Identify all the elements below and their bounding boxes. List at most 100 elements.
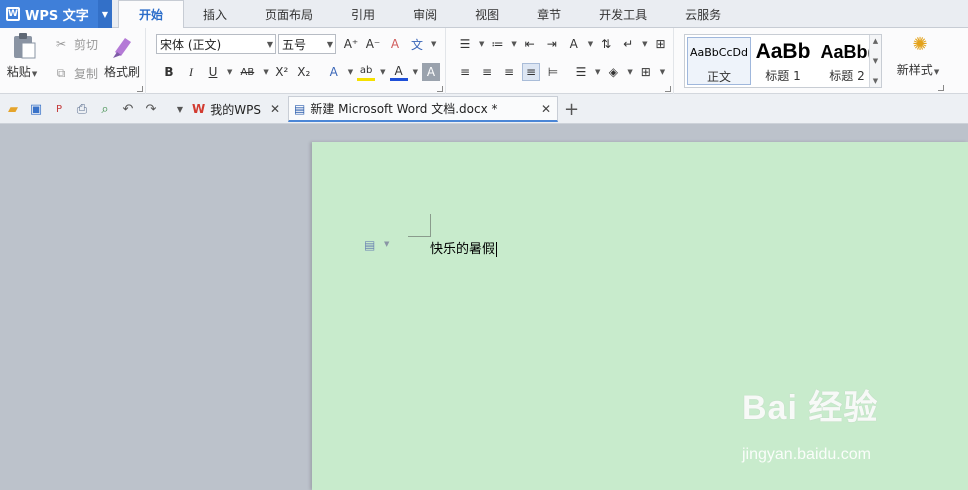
chinese-layout-icon[interactable]: A xyxy=(565,35,583,53)
font-name-select[interactable]: 宋体 (正文) ▼ xyxy=(156,34,276,54)
styles-scroll[interactable]: ▲ ▼ ▼ xyxy=(869,35,881,87)
chevron-down-icon[interactable]: ▼ xyxy=(413,68,418,76)
copy-icon: ⧉ xyxy=(56,65,66,80)
borders-icon[interactable]: ⊞ xyxy=(637,63,655,81)
distributed-icon[interactable]: ⊨ xyxy=(544,63,562,81)
strikethrough-icon[interactable]: AB xyxy=(236,63,258,81)
chevron-down-icon[interactable]: ▼ xyxy=(595,68,600,76)
chevron-down-icon[interactable]: ▼ xyxy=(511,40,516,48)
underline-icon[interactable]: U xyxy=(204,63,222,81)
align-right-icon[interactable]: ≡ xyxy=(500,63,518,81)
format-painter-label: 格式刷 xyxy=(103,65,140,79)
chevron-down-icon[interactable]: ▼ xyxy=(98,0,112,28)
increase-indent-icon[interactable]: ⇥ xyxy=(543,35,561,53)
chevron-down-icon[interactable]: ▼ xyxy=(263,68,268,76)
clear-format-icon[interactable]: A xyxy=(386,35,404,53)
paste-icon xyxy=(14,33,36,59)
char-shading-icon[interactable]: A xyxy=(421,63,440,81)
font-group: 宋体 (正文) ▼ 五号 ▼ A⁺ A⁻ A 文 ▼ B I U ▼ AB ▼ … xyxy=(150,28,446,94)
font-size-select[interactable]: 五号 ▼ xyxy=(278,34,336,54)
superscript-icon[interactable]: X² xyxy=(273,63,291,81)
chevron-up-icon[interactable]: ▲ xyxy=(873,37,878,45)
format-painter-button[interactable]: 格式刷 xyxy=(102,32,142,80)
dialog-launcher-icon[interactable] xyxy=(437,86,443,92)
bold-icon[interactable]: B xyxy=(160,63,178,81)
new-style-button[interactable]: ✺ 新样式▼ xyxy=(892,34,948,78)
undo-icon[interactable]: ↶ xyxy=(119,100,137,118)
doc-tab-my-wps[interactable]: W 我的WPS ✕ xyxy=(188,96,286,122)
tab-review[interactable]: 审阅 xyxy=(394,0,456,28)
tab-view[interactable]: 视图 xyxy=(456,0,518,28)
tab-insert[interactable]: 插入 xyxy=(184,0,246,28)
export-pdf-icon[interactable]: P xyxy=(50,100,68,118)
decrease-indent-icon[interactable]: ⇤ xyxy=(521,35,539,53)
bullet-list-icon[interactable]: ☰ xyxy=(456,35,474,53)
line-spacing-icon[interactable]: ☰ xyxy=(572,63,590,81)
menu-tab-bar: W WPS 文字 ▼ 开始 插入 页面布局 引用 审阅 视图 章节 开发工具 云… xyxy=(0,0,968,29)
dialog-launcher-icon[interactable] xyxy=(137,86,143,92)
italic-icon[interactable]: I xyxy=(182,63,200,81)
print-icon[interactable]: ⎙ xyxy=(73,100,91,118)
quick-access-icons: ▰ ▣ P ⎙ ⌕ ↶ ↷ ▼ xyxy=(4,100,194,118)
tab-home[interactable]: 开始 xyxy=(118,0,185,29)
sort-icon[interactable]: ⇅ xyxy=(597,35,615,53)
subscript-icon[interactable]: X₂ xyxy=(295,63,313,81)
decrease-font-icon[interactable]: A⁻ xyxy=(364,35,382,53)
chevron-down-icon[interactable]: ▼ xyxy=(431,40,436,48)
style-normal[interactable]: AaBbCcDd 正文 xyxy=(687,37,751,85)
app-menu-button[interactable]: W WPS 文字 ▼ xyxy=(0,0,112,28)
tab-references[interactable]: 引用 xyxy=(332,0,394,28)
chevron-down-icon[interactable]: ▼ xyxy=(380,68,385,76)
redo-icon[interactable]: ↷ xyxy=(142,100,160,118)
wps-logo-icon: W xyxy=(192,102,206,116)
shading-icon[interactable]: ◈ xyxy=(604,63,622,81)
copy-button[interactable]: ⧉ 复制 xyxy=(52,64,98,82)
tab-cloud[interactable]: 云服务 xyxy=(666,0,740,28)
copy-label: 复制 xyxy=(74,66,99,81)
table-icon[interactable]: ⊞ xyxy=(652,35,670,53)
customize-chevron-down-icon[interactable]: ▼ xyxy=(171,100,189,118)
chevron-down-icon[interactable]: ▼ xyxy=(873,57,878,65)
numbered-list-icon[interactable]: ≔ xyxy=(488,35,506,53)
close-icon[interactable]: ✕ xyxy=(541,102,551,116)
justify-icon[interactable]: ≡ xyxy=(522,63,540,81)
new-style-icon: ✺ xyxy=(912,34,928,55)
phonetic-guide-icon[interactable]: 文 xyxy=(408,35,426,53)
expand-gallery-icon[interactable]: ▼ xyxy=(873,77,878,85)
close-icon[interactable]: ✕ xyxy=(270,102,280,116)
chevron-down-icon[interactable]: ▼ xyxy=(627,68,632,76)
style-heading-1[interactable]: AaBb 标题 1 xyxy=(751,37,815,85)
tab-developer[interactable]: 开发工具 xyxy=(580,0,666,28)
chevron-down-icon: ▼ xyxy=(266,40,273,49)
save-icon[interactable]: ▣ xyxy=(27,100,45,118)
chevron-down-icon[interactable]: ▼ xyxy=(384,240,389,248)
chevron-down-icon[interactable]: ▼ xyxy=(227,68,232,76)
text-effect-icon[interactable]: A xyxy=(325,63,343,81)
print-preview-icon[interactable]: ⌕ xyxy=(96,100,114,118)
align-center-icon[interactable]: ≡ xyxy=(478,63,496,81)
dialog-launcher-icon[interactable] xyxy=(938,85,944,91)
increase-font-icon[interactable]: A⁺ xyxy=(342,35,360,53)
align-left-icon[interactable]: ≡ xyxy=(456,63,474,81)
tab-page-layout[interactable]: 页面布局 xyxy=(246,0,332,28)
chevron-down-icon[interactable]: ▼ xyxy=(588,40,593,48)
doc-tab-document[interactable]: ▤ 新建 Microsoft Word 文档.docx * ✕ xyxy=(288,96,558,122)
chevron-down-icon[interactable]: ▼ xyxy=(660,68,665,76)
cut-button[interactable]: ✂ 剪切 xyxy=(52,35,98,53)
dialog-launcher-icon[interactable] xyxy=(665,86,671,92)
paste-button[interactable]: 粘贴▼ xyxy=(6,32,42,80)
open-folder-icon[interactable]: ▰ xyxy=(4,100,22,118)
paragraph-layout-icon[interactable]: ▤ xyxy=(364,238,375,252)
chevron-down-icon[interactable]: ▼ xyxy=(642,40,647,48)
new-tab-plus-icon[interactable]: + xyxy=(564,99,579,120)
app-name: WPS 文字 xyxy=(25,8,89,24)
show-marks-icon[interactable]: ↵ xyxy=(619,35,637,53)
chevron-down-icon[interactable]: ▼ xyxy=(479,40,484,48)
tab-chapter[interactable]: 章节 xyxy=(518,0,580,28)
document-body-text[interactable]: 快乐的暑假 xyxy=(430,238,498,257)
highlight-icon[interactable]: ab xyxy=(357,63,376,81)
font-color-icon[interactable]: A xyxy=(389,63,408,81)
font-format-row: B I U ▼ AB ▼ X² X₂ A ▼ ab ▼ A ▼ A xyxy=(160,63,444,81)
chevron-down-icon[interactable]: ▼ xyxy=(348,68,353,76)
doc-tab-title: 新建 Microsoft Word 文档.docx * xyxy=(310,102,498,116)
